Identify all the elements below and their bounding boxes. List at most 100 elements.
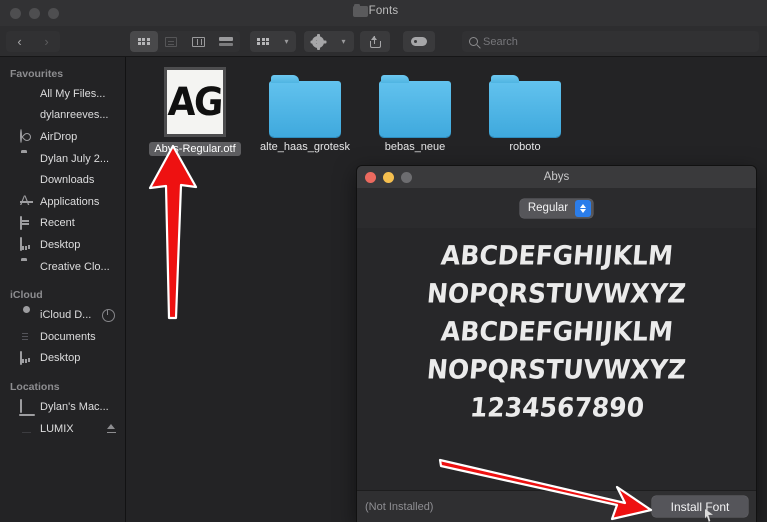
view-mode-group[interactable] — [130, 31, 240, 52]
recent-icon — [20, 215, 34, 230]
gallery-view-button[interactable] — [213, 31, 241, 52]
file-icon-wrap — [360, 63, 470, 139]
sidebar-item-icloud-desktop[interactable]: Desktop — [0, 348, 125, 370]
sync-progress-icon — [102, 308, 115, 322]
sidebar-item-label: Dylan's Mac... — [40, 400, 109, 413]
sidebar-item-label: Recent — [40, 217, 75, 230]
downloads-icon — [20, 174, 34, 187]
sidebar-item-icloud-drive[interactable]: iCloud D... — [0, 304, 125, 326]
actions-button[interactable]: ▾ — [304, 31, 354, 52]
sidebar-item-label: Documents — [40, 330, 96, 343]
sidebar-item-applications[interactable]: Applications — [0, 191, 125, 213]
file-label[interactable]: Abys-Regular.otf — [149, 142, 241, 156]
sidebar-item-label: Applications — [40, 195, 100, 208]
sidebar-item-recent[interactable]: Recent — [0, 213, 125, 235]
file-label[interactable]: alte_haas_grotesk — [250, 141, 360, 153]
desktop-icon — [20, 237, 34, 252]
sidebar-item-label: iCloud D... — [40, 309, 92, 322]
install-font-button[interactable]: Install Font — [652, 496, 748, 517]
chevron-down-icon: ▾ — [284, 37, 289, 46]
documents-icon — [20, 330, 34, 343]
file-icon-wrap — [250, 63, 360, 139]
preview-line: NOPQRSTUVWXYZ — [425, 278, 688, 309]
list-view-icon — [165, 36, 178, 47]
column-view-icon — [192, 36, 206, 47]
sidebar-item-label: Dylan July 2... — [40, 152, 110, 165]
font-thumb-text: AG — [167, 79, 223, 125]
icon-view-icon — [137, 37, 150, 46]
file-item-roboto[interactable]: roboto — [470, 63, 580, 157]
font-preview-footer: (Not Installed) Install Font — [357, 490, 756, 522]
folder-icon — [379, 75, 451, 137]
folder-icon — [489, 75, 561, 137]
column-view-button[interactable] — [185, 31, 213, 52]
font-preview-titlebar: Abys — [357, 166, 756, 188]
preview-line: 1234567890 — [468, 392, 645, 423]
sidebar-section-favourites-title: Favourites — [10, 68, 64, 80]
finder-toolbar: ‹ › ▾ ▾ Search — [0, 26, 767, 57]
preview-line: NOPQRSTUVWXYZ — [425, 354, 688, 385]
finder-titlebar: Fonts — [0, 0, 767, 26]
sidebar-item-label: AirDrop — [40, 130, 78, 143]
sidebar-item-label: dylanreeves... — [40, 109, 109, 122]
sidebar-item-label: LUMIX — [40, 422, 74, 435]
tags-button[interactable] — [403, 31, 435, 52]
sidebar-item-home[interactable]: dylanreeves... — [0, 105, 125, 127]
airdrop-icon — [20, 129, 34, 144]
share-button[interactable] — [360, 31, 390, 52]
font-style-select[interactable]: Regular — [519, 198, 594, 218]
cloud-icon — [20, 309, 34, 322]
arrange-by-button[interactable]: ▾ — [250, 31, 296, 52]
search-field[interactable]: Search — [462, 31, 759, 52]
font-file-icon: AG — [164, 67, 226, 137]
icon-view-button[interactable] — [130, 31, 158, 52]
screenshot-root: Fonts ‹ › ▾ ▾ Search Favourites All My F… — [0, 0, 767, 522]
sidebar-item-lumix[interactable]: LUMIX — [0, 418, 125, 440]
sidebar-section-icloud-title: iCloud — [10, 289, 43, 302]
file-label[interactable]: bebas_neue — [360, 141, 470, 153]
file-item-alte-haas-grotesk[interactable]: alte_haas_grotesk — [250, 63, 360, 157]
sidebar-item-desktop[interactable]: Desktop — [0, 234, 125, 256]
sidebar-section-locations-title: Locations — [10, 381, 60, 394]
folder-icon — [269, 75, 341, 137]
tag-icon — [411, 37, 427, 46]
search-placeholder: Search — [483, 35, 518, 48]
gallery-view-icon — [219, 36, 234, 47]
share-icon — [369, 35, 381, 48]
sidebar-item-label: Creative Clo... — [40, 260, 110, 273]
sidebar-item-creative-cloud[interactable]: Creative Clo... — [0, 256, 125, 278]
sidebar-item-all-my-files[interactable]: All My Files... — [0, 83, 125, 105]
font-preview-body: ABCDEFGHIJKLM NOPQRSTUVWXYZ ABCDEFGHIJKL… — [357, 228, 756, 490]
font-preview-title: Abys — [543, 171, 570, 183]
finder-sidebar[interactable]: Favourites All My Files... dylanreeves..… — [0, 57, 126, 522]
file-icon-wrap — [470, 63, 580, 139]
font-preview-window: Abys Regular ABCDEFGHIJKLM NOPQRSTUVWXYZ… — [357, 166, 756, 522]
file-label[interactable]: roboto — [470, 141, 580, 153]
sidebar-item-label: Desktop — [40, 238, 81, 251]
nav-buttons[interactable]: ‹ › — [6, 31, 60, 52]
sidebar-item-label: Downloads — [40, 174, 95, 187]
sidebar-item-label: All My Files... — [40, 87, 106, 100]
install-status-text: (Not Installed) — [365, 500, 434, 513]
eject-icon[interactable] — [107, 424, 116, 434]
arrange-icon — [257, 37, 270, 46]
preview-line: ABCDEFGHIJKLM — [439, 240, 674, 271]
file-grid: AG Abys-Regular.otf alte_haas_grotesk be… — [126, 57, 767, 157]
forward-button[interactable]: › — [33, 31, 60, 52]
sidebar-item-downloads[interactable]: Downloads — [0, 169, 125, 191]
sidebar-item-dylan-july[interactable]: Dylan July 2... — [0, 148, 125, 170]
gear-icon — [312, 33, 325, 50]
folder-icon — [20, 152, 34, 165]
file-item-abys-regular[interactable]: AG Abys-Regular.otf — [140, 63, 250, 157]
list-view-button[interactable] — [158, 31, 186, 52]
document-icon — [20, 87, 34, 100]
sidebar-item-dylans-mac[interactable]: Dylan's Mac... — [0, 396, 125, 418]
sidebar-item-icloud-documents[interactable]: Documents — [0, 326, 125, 348]
file-item-bebas-neue[interactable]: bebas_neue — [360, 63, 470, 157]
sidebar-item-label: Desktop — [40, 352, 81, 365]
stepper-icon[interactable] — [575, 199, 592, 217]
back-button[interactable]: ‹ — [6, 31, 33, 52]
search-icon — [469, 37, 478, 46]
font-preview-toolbar: Regular — [357, 188, 756, 228]
sidebar-item-airdrop[interactable]: AirDrop — [0, 126, 125, 148]
